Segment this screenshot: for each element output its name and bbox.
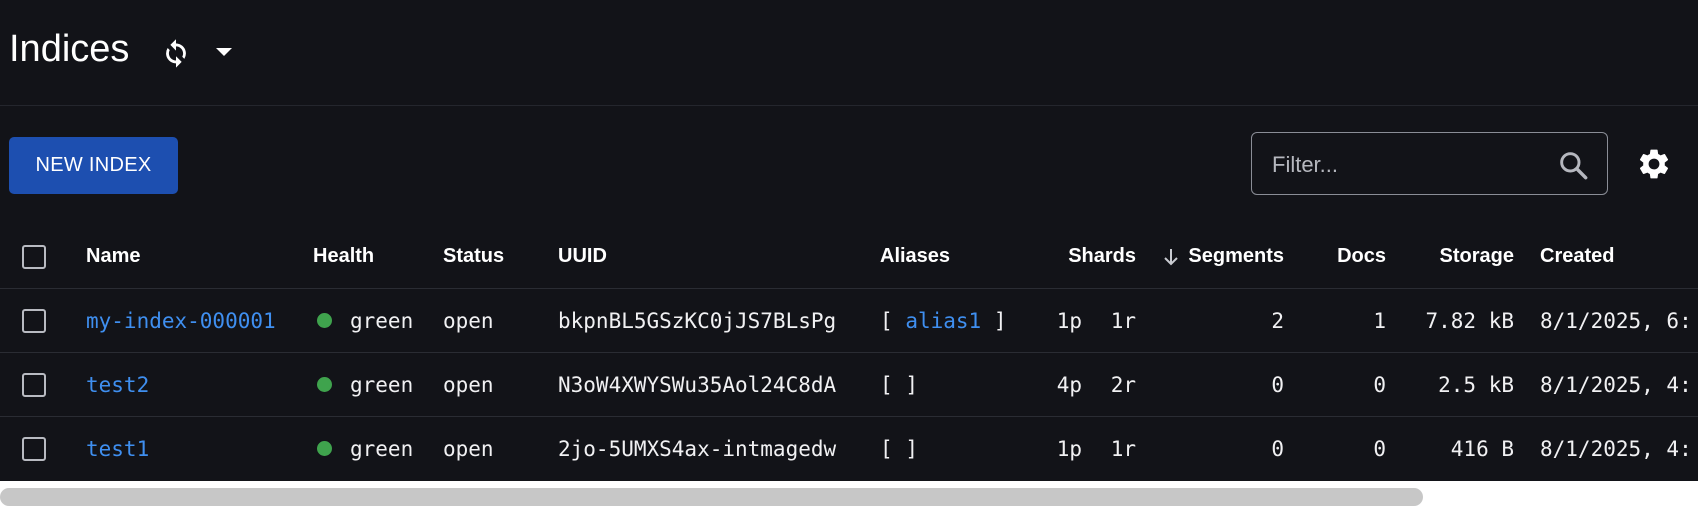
health-status-dot <box>317 377 332 392</box>
primary-shards-cell: 1p <box>1056 308 1082 333</box>
uuid-cell: N3oW4XWYSWu35Aol24C8dA <box>558 372 837 397</box>
refresh-icon <box>166 39 186 68</box>
docs-cell: 0 <box>1373 436 1386 461</box>
replica-shards-cell: 2r <box>1110 372 1136 397</box>
row-checkbox[interactable] <box>22 309 46 333</box>
alias-link[interactable]: alias1 <box>905 309 981 333</box>
segments-cell: 0 <box>1271 372 1284 397</box>
primary-shards-cell: 1p <box>1056 436 1082 461</box>
table-header-row: Name Health Status UUID Aliases Shards S… <box>0 225 1698 289</box>
uuid-cell: bkpnBL5GSzKC0jJS7BLsPg <box>558 308 837 333</box>
page-header: Indices <box>0 0 1698 106</box>
primary-shards-cell: 4p <box>1056 372 1082 397</box>
refresh-options-dropdown[interactable] <box>212 44 236 60</box>
column-header-shards[interactable]: Shards <box>1020 225 1136 288</box>
column-header-name[interactable]: Name <box>86 225 140 288</box>
health-label: green <box>350 372 414 397</box>
page-title: Indices <box>9 28 130 70</box>
column-header-docs[interactable]: Docs <box>1300 225 1386 288</box>
storage-cell: 2.5 kB <box>1438 372 1514 397</box>
table-row: my-index-000001 green open bkpnBL5GSzKC0… <box>0 289 1698 353</box>
segments-cell: 2 <box>1271 308 1284 333</box>
status-cell: open <box>443 308 494 333</box>
row-checkbox[interactable] <box>22 437 46 461</box>
horizontal-scrollbar-thumb[interactable] <box>0 488 1423 506</box>
replica-shards-cell: 1r <box>1110 308 1136 333</box>
column-header-aliases[interactable]: Aliases <box>880 225 950 288</box>
settings-button[interactable] <box>1636 146 1672 182</box>
search-icon <box>1560 152 1588 180</box>
column-header-status[interactable]: Status <box>443 225 504 288</box>
aliases-cell: [ alias1 ] <box>880 289 1006 352</box>
chevron-down-icon <box>216 48 232 56</box>
created-cell: 8/1/2025, 4: <box>1540 372 1692 397</box>
gear-icon <box>1639 149 1669 179</box>
index-name-link[interactable]: test2 <box>86 353 149 416</box>
status-cell: open <box>443 372 494 397</box>
column-header-storage[interactable]: Storage <box>1400 225 1514 288</box>
column-header-uuid[interactable]: UUID <box>558 225 607 288</box>
select-all-checkbox[interactable] <box>22 245 46 269</box>
column-header-created[interactable]: Created <box>1540 225 1614 288</box>
new-index-button[interactable]: NEW INDEX <box>9 137 178 194</box>
created-cell: 8/1/2025, 4: <box>1540 436 1692 461</box>
health-status-dot <box>317 441 332 456</box>
health-cell: green <box>317 289 413 352</box>
column-header-health[interactable]: Health <box>313 225 374 288</box>
health-status-dot <box>317 313 332 328</box>
health-cell: green <box>317 417 413 480</box>
aliases-cell: [ ] <box>880 417 918 480</box>
storage-cell: 7.82 kB <box>1425 308 1514 333</box>
health-label: green <box>350 308 414 333</box>
replica-shards-cell: 1r <box>1110 436 1136 461</box>
uuid-cell: 2jo-5UMXS4ax-intmagedw <box>558 436 837 461</box>
column-header-segments[interactable]: Segments <box>1180 225 1284 288</box>
filter-field[interactable] <box>1251 132 1608 196</box>
alias-bracket-open: [ <box>880 308 893 333</box>
health-cell: green <box>317 353 413 416</box>
docs-cell: 1 <box>1373 308 1386 333</box>
table-row: test1 green open 2jo-5UMXS4ax-intmagedw … <box>0 417 1698 480</box>
status-cell: open <box>443 436 494 461</box>
index-name-link[interactable]: test1 <box>86 417 149 480</box>
health-label: green <box>350 436 414 461</box>
alias-bracket-open: [ <box>880 372 893 397</box>
segments-cell: 0 <box>1271 436 1284 461</box>
created-cell: 8/1/2025, 6: <box>1540 308 1692 333</box>
alias-bracket-close: ] <box>993 308 1007 333</box>
arrow-down-icon <box>1164 248 1178 265</box>
row-checkbox[interactable] <box>22 373 46 397</box>
table-row: test2 green open N3oW4XWYSWu35Aol24C8dA … <box>0 353 1698 417</box>
index-name-link[interactable]: my-index-000001 <box>86 289 276 352</box>
alias-bracket-open: [ <box>880 436 893 461</box>
filter-input[interactable] <box>1270 133 1544 196</box>
refresh-button[interactable] <box>158 34 194 70</box>
docs-cell: 0 <box>1373 372 1386 397</box>
storage-cell: 416 B <box>1450 436 1514 461</box>
alias-bracket-close: ] <box>905 436 918 461</box>
aliases-cell: [ ] <box>880 353 918 416</box>
alias-bracket-close: ] <box>905 372 918 397</box>
